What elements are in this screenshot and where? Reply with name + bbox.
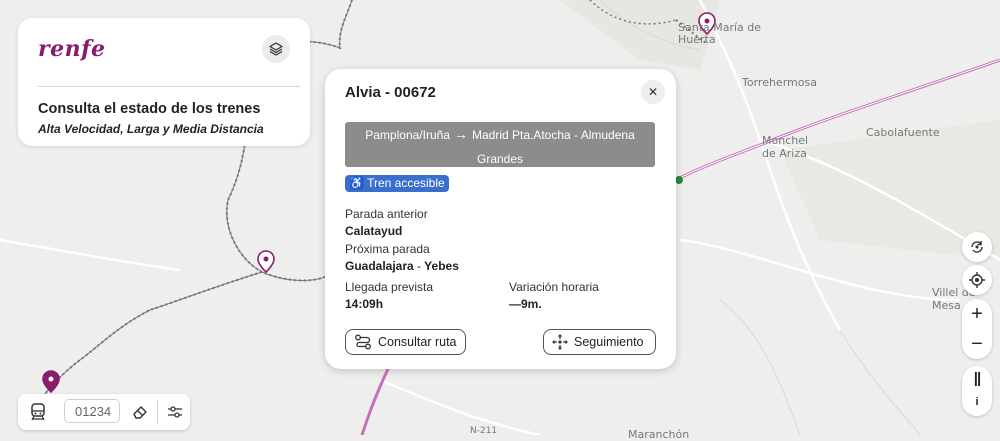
arrival-label: Llegada prevista xyxy=(345,280,434,294)
next-stop-b: Yebes xyxy=(424,259,459,273)
eraser-icon xyxy=(133,406,147,419)
filter-button[interactable] xyxy=(165,402,185,422)
train-icon xyxy=(31,403,45,421)
consultar-ruta-button[interactable]: Consultar ruta xyxy=(345,329,466,355)
variation-label: Variación horaria xyxy=(509,280,599,294)
crosshair-arrows-icon xyxy=(552,334,568,350)
previous-stop-value: Calatayud xyxy=(345,224,403,238)
next-stop-separator: - xyxy=(417,259,422,273)
place-label: Cabolafuente xyxy=(866,126,940,139)
zoom-in-button[interactable]: + xyxy=(962,299,992,329)
close-button[interactable]: ✕ xyxy=(641,80,665,104)
playback-controls: || i xyxy=(962,366,992,416)
route-summary: Pamplona/Iruña → Madrid Pta.Atocha - Almud… xyxy=(345,122,655,167)
layers-button[interactable] xyxy=(262,35,290,63)
route-icon xyxy=(355,334,371,350)
zoom-out-button[interactable]: − xyxy=(962,329,992,359)
place-label: Santa María de Huerta xyxy=(678,21,762,46)
place-label: Monchel de Ariza xyxy=(762,134,809,160)
train-title: Alvia - 00672 xyxy=(345,84,436,101)
wheelchair-icon: ♿ xyxy=(349,176,364,190)
next-stop-a: Guadalajara xyxy=(345,259,414,273)
pause-icon[interactable]: || xyxy=(962,370,992,387)
page-title: Consulta el estado de los trenes xyxy=(38,101,261,117)
filter-icon xyxy=(168,406,182,418)
seguimiento-button[interactable]: Seguimiento xyxy=(543,329,656,355)
zoom-controls: + − xyxy=(962,299,992,359)
page-subtitle: Alta Velocidad, Larga y Media Distancia xyxy=(38,122,264,136)
brand-panel: renfe Consulta el estado de los trenes A… xyxy=(18,18,310,146)
divider xyxy=(38,86,300,87)
place-label: Torrehermosa xyxy=(742,76,817,89)
rotate-map-button[interactable] xyxy=(962,232,992,262)
locate-icon xyxy=(969,272,985,288)
consultar-ruta-label: Consultar ruta xyxy=(378,335,457,349)
variation-value: —9m. xyxy=(509,297,542,311)
accessible-badge: ♿ Tren accesible xyxy=(345,175,449,192)
renfe-logo: renfe xyxy=(38,36,106,62)
seguimiento-label: Seguimiento xyxy=(574,335,644,349)
arrow-right-icon: → xyxy=(453,126,468,142)
train-number-input[interactable] xyxy=(64,399,120,423)
close-icon: ✕ xyxy=(647,85,659,99)
train-search-bar xyxy=(18,394,190,430)
divider xyxy=(157,400,158,424)
layers-icon xyxy=(269,42,283,56)
next-stop-label: Próxima parada xyxy=(345,242,430,256)
route-destination: Madrid Pta.Atocha - Almudena Grandes xyxy=(471,128,635,166)
arrival-time: 14:09h xyxy=(345,297,384,311)
clear-button[interactable] xyxy=(130,402,150,422)
train-info-card: Alvia - 00672 ✕ Pamplona/Iruña → Madrid Pt… xyxy=(325,69,676,369)
rotate-icon xyxy=(971,241,983,253)
next-stop-value: Guadalajara - Yebes xyxy=(345,259,459,273)
locate-me-button[interactable] xyxy=(962,265,992,295)
previous-stop-label: Parada anterior xyxy=(345,207,428,221)
accessible-label: Tren accesible xyxy=(367,176,445,190)
train-mode-button[interactable] xyxy=(28,402,50,422)
route-origin: Pamplona/Iruña xyxy=(365,128,450,142)
info-icon[interactable]: i xyxy=(962,396,992,408)
